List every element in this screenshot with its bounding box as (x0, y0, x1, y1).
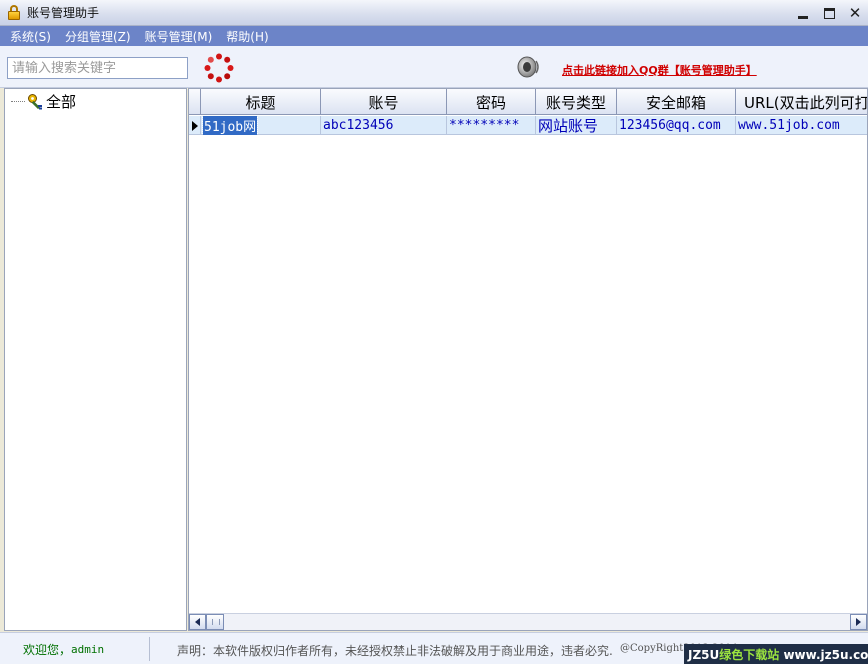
title-bar[interactable]: 账号管理助手 ✕ (0, 0, 868, 26)
column-header-email[interactable]: 安全邮箱 (617, 89, 736, 115)
lock-icon (7, 4, 21, 21)
key-icon (28, 93, 42, 109)
column-header-title[interactable]: 标题 (201, 89, 321, 115)
tree-connector (11, 101, 25, 102)
horizontal-scrollbar[interactable] (189, 613, 867, 630)
status-welcome: 欢迎您， admin (4, 637, 150, 661)
window-controls: ✕ (790, 0, 868, 26)
tree-item-label: 全部 (46, 93, 77, 111)
window-title: 账号管理助手 (27, 6, 100, 20)
arrow-right-icon (856, 618, 861, 626)
column-header-type[interactable]: 账号类型 (536, 89, 617, 115)
cell-account[interactable]: abc123456 (321, 116, 447, 135)
tree-item-all[interactable]: 全部 (11, 91, 76, 112)
maximize-button[interactable] (816, 0, 842, 26)
cell-password[interactable]: ********* (447, 116, 536, 135)
watermark-brand: JZ5U (688, 647, 720, 662)
menu-account-management[interactable]: 账号管理(M) (143, 28, 215, 45)
column-header-account[interactable]: 账号 (321, 89, 447, 115)
speaker-icon[interactable] (515, 54, 541, 80)
menu-bar: 系统(S) 分组管理(Z) 账号管理(M) 帮助(H) (0, 26, 868, 46)
account-grid[interactable]: 标题 账号 密码 账号类型 安全邮箱 URL(双击此列可打 51job网 abc… (188, 88, 868, 631)
site-watermark: JZ5U绿色下载站 www.jz5u.com (684, 644, 868, 664)
status-bar: 欢迎您， admin 声明：本软件版权归作者所有，未经授权禁止非法破解及用于商业用… (0, 632, 868, 664)
scroll-left-button[interactable] (189, 614, 206, 630)
menu-help[interactable]: 帮助(H) (224, 28, 270, 45)
menu-group-management[interactable]: 分组管理(Z) (63, 28, 133, 45)
table-row[interactable]: 51job网 abc123456 ********* 网站账号 123456@q… (189, 116, 867, 135)
cell-url[interactable]: www.51job.com (736, 116, 867, 135)
maximize-icon (823, 7, 835, 19)
search-input[interactable] (7, 57, 188, 79)
watermark-url: www.jz5u.com (783, 647, 868, 662)
current-user: admin (71, 642, 105, 656)
welcome-text: 欢迎您， (23, 642, 72, 657)
qq-group-link[interactable]: 点击此链接加入QQ群【账号管理助手】 (562, 62, 757, 78)
minimize-button[interactable] (790, 0, 816, 26)
loading-spinner-icon[interactable] (204, 53, 234, 83)
toolbar: 点击此链接加入QQ群【账号管理助手】 (0, 46, 868, 88)
row-pointer-icon (191, 120, 198, 131)
grid-header: 标题 账号 密码 账号类型 安全邮箱 URL(双击此列可打 (189, 89, 867, 115)
arrow-left-icon (195, 618, 200, 626)
copyright-notice: 声明：本软件版权归作者所有，未经授权禁止非法破解及用于商业用途，违者必究. (177, 644, 613, 658)
minimize-icon (798, 15, 808, 19)
close-button[interactable]: ✕ (842, 0, 868, 26)
column-header-url[interactable]: URL(双击此列可打 (736, 89, 867, 115)
cell-title-text: 51job网 (201, 116, 259, 135)
row-indicator-header (189, 89, 201, 115)
menu-system[interactable]: 系统(S) (8, 28, 53, 45)
cell-email[interactable]: 123456@qq.com (617, 116, 736, 135)
cell-type[interactable]: 网站账号 (536, 116, 617, 135)
cell-title[interactable]: 51job网 (201, 116, 321, 135)
group-tree[interactable]: 全部 (4, 88, 187, 631)
close-icon: ✕ (848, 4, 862, 22)
scroll-right-button[interactable] (850, 614, 867, 630)
current-row-indicator (189, 116, 201, 135)
column-header-password[interactable]: 密码 (447, 89, 536, 115)
scroll-thumb[interactable] (206, 614, 224, 630)
watermark-site: 绿色下载站 (719, 648, 780, 662)
